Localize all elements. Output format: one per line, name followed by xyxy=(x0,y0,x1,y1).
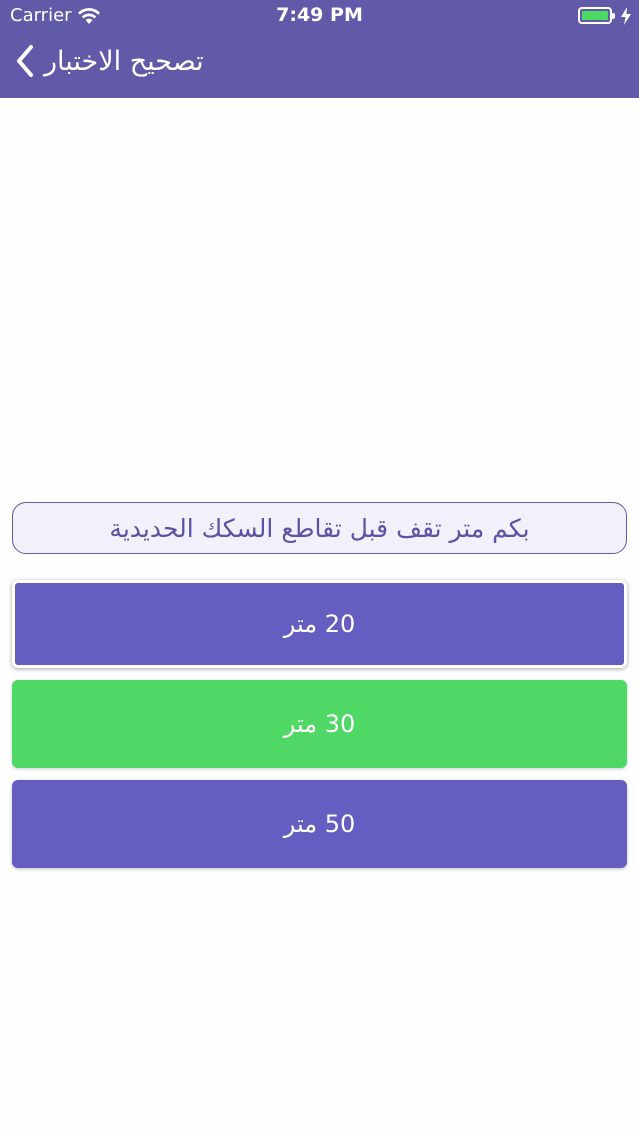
question-box: بكم متر تقف قبل تقاطع السكك الحديدية xyxy=(12,502,627,554)
question-text: بكم متر تقف قبل تقاطع السكك الحديدية xyxy=(109,513,530,543)
navigation-bar: تصحيح الاختبار xyxy=(0,32,639,98)
answer-option-3[interactable]: 50 متر xyxy=(12,780,627,868)
top-bar: Carrier 7:49 PM تصحيح الاختبار xyxy=(0,0,639,98)
answer-option-2[interactable]: 30 متر xyxy=(12,680,627,768)
answer-label: 30 متر xyxy=(283,710,356,738)
battery-icon xyxy=(578,7,612,24)
answer-option-1[interactable]: 20 متر xyxy=(12,580,627,668)
back-button[interactable]: تصحيح الاختبار xyxy=(14,44,204,78)
page-title: تصحيح الاختبار xyxy=(44,45,204,77)
status-time: 7:49 PM xyxy=(276,4,363,26)
answer-label: 20 متر xyxy=(283,610,356,638)
status-bar: Carrier 7:49 PM xyxy=(0,0,639,32)
charging-bolt-icon xyxy=(621,7,631,25)
answer-label: 50 متر xyxy=(283,810,356,838)
chevron-left-icon xyxy=(17,45,33,77)
battery-level xyxy=(582,11,608,20)
battery-tip xyxy=(612,13,615,19)
